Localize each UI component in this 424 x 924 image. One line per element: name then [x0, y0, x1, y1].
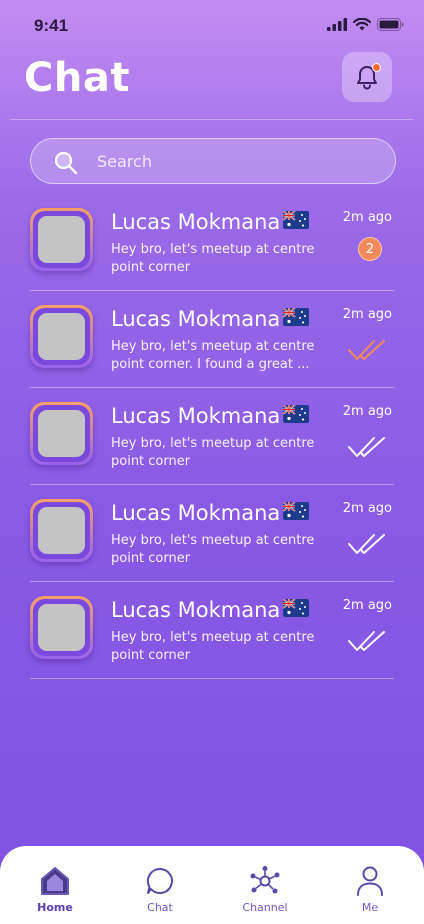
status-bar: 9:41 [0, 0, 424, 50]
message-preview: Hey bro, let's meetup at centre point co… [111, 242, 315, 275]
chat-list-item[interactable]: Lucas Mokmana Hey bro, let's meetup at ce… [30, 582, 394, 679]
australia-flag-icon [282, 307, 310, 330]
message-time: 2m ago [342, 404, 392, 419]
chat-list-item[interactable]: Lucas Mokmana Hey bro, let's meetup at ce… [30, 194, 394, 291]
message-preview: Hey bro, let's meetup at centre point co… [111, 339, 315, 372]
nav-label: Me [361, 901, 379, 914]
contact-name: Lucas Mokmana [111, 598, 281, 622]
search-icon [54, 151, 78, 175]
australia-flag-icon [282, 404, 310, 427]
user-icon [355, 864, 385, 898]
chat-list-item[interactable]: Lucas Mokmana Hey bro, let's meetup at ce… [30, 485, 394, 582]
nav-item-home[interactable]: Home [15, 864, 95, 914]
message-preview: Hey bro, let's meetup at centre point co… [111, 533, 315, 566]
avatar-frame [30, 208, 93, 271]
channel-network-icon [249, 864, 281, 898]
delivered-check-icon [348, 630, 388, 656]
avatar-frame [30, 402, 93, 465]
status-time: 9:41 [34, 16, 69, 35]
bottom-nav: Home Chat Channel Me [0, 846, 424, 924]
search-input[interactable] [97, 139, 377, 183]
avatar-frame [30, 305, 93, 368]
nav-item-me[interactable]: Me [330, 864, 410, 914]
message-preview: Hey bro, let's meetup at centre point co… [111, 630, 315, 663]
status-icons [327, 18, 404, 31]
message-time: 2m ago [342, 598, 392, 613]
message-time: 2m ago [342, 307, 392, 322]
contact-name: Lucas Mokmana [111, 307, 281, 331]
read-check-icon [348, 339, 388, 365]
avatar [38, 410, 85, 457]
nav-item-chat[interactable]: Chat [120, 864, 200, 914]
avatar [38, 507, 85, 554]
avatar [38, 313, 85, 360]
nav-label: Channel [242, 901, 288, 914]
nav-label: Home [37, 901, 73, 914]
avatar-frame [30, 596, 93, 659]
page-title: Chat [24, 55, 130, 101]
contact-name: Lucas Mokmana [111, 404, 281, 428]
message-time: 2m ago [342, 210, 392, 225]
delivered-check-icon [348, 436, 388, 462]
chat-list-item[interactable]: Lucas Mokmana Hey bro, let's meetup at ce… [30, 291, 394, 388]
avatar [38, 604, 85, 651]
message-preview: Hey bro, let's meetup at centre point co… [111, 436, 315, 469]
delivered-check-icon [348, 533, 388, 559]
message-time: 2m ago [342, 501, 392, 516]
contact-name: Lucas Mokmana [111, 210, 281, 234]
wifi-icon [353, 18, 371, 31]
australia-flag-icon [282, 210, 310, 233]
home-icon [38, 864, 72, 898]
avatar [38, 216, 85, 263]
unread-badge: 2 [358, 237, 382, 261]
nav-label: Chat [147, 901, 173, 914]
australia-flag-icon [282, 598, 310, 621]
signal-icon [327, 18, 347, 31]
avatar-frame [30, 499, 93, 562]
notifications-button[interactable] [342, 52, 392, 102]
header-divider [10, 119, 413, 120]
notification-dot [372, 63, 381, 72]
nav-item-channel[interactable]: Channel [225, 864, 305, 914]
search-bar[interactable] [30, 138, 396, 184]
chat-bubble-icon [145, 864, 175, 898]
contact-name: Lucas Mokmana [111, 501, 281, 525]
chat-list-item[interactable]: Lucas Mokmana Hey bro, let's meetup at ce… [30, 388, 394, 485]
battery-icon [377, 18, 404, 31]
chat-list: Lucas Mokmana Hey bro, let's meetup at ce… [30, 194, 394, 679]
australia-flag-icon [282, 501, 310, 524]
